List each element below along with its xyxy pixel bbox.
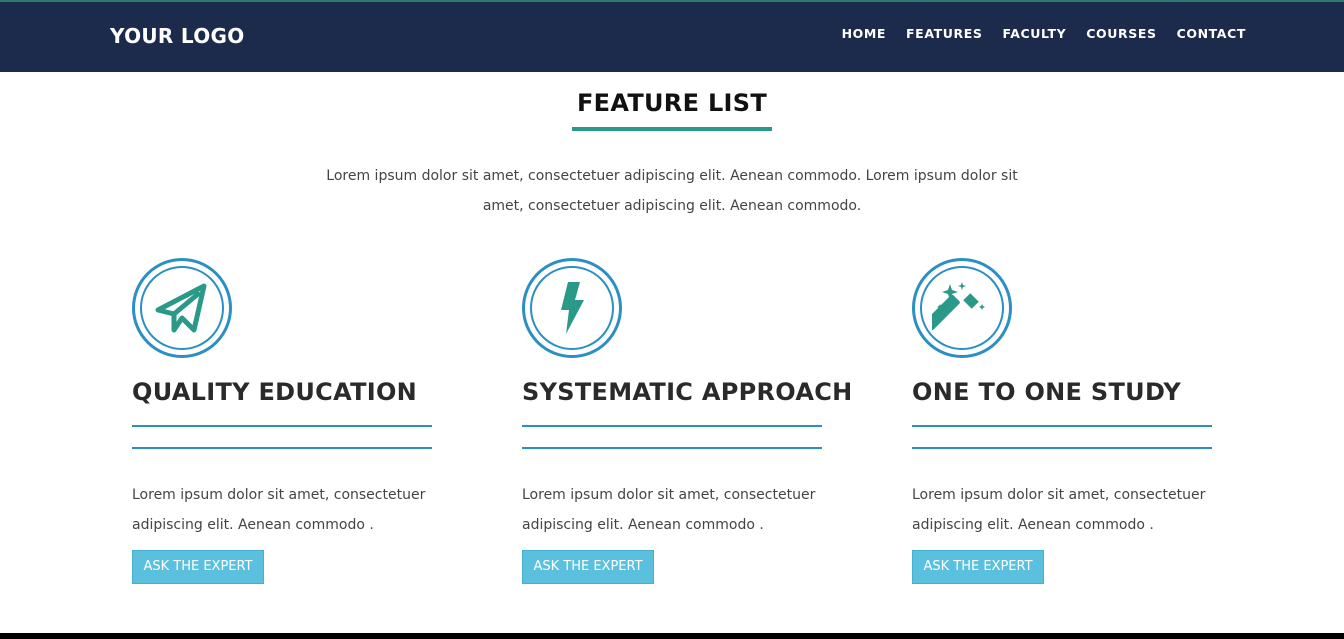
icon-ring	[522, 258, 622, 358]
feature-title: QUALITY EDUCATION	[132, 378, 418, 406]
feature-description: Lorem ipsum dolor sit amet, consectetuer…	[912, 487, 1206, 533]
magic-wand-icon	[932, 282, 985, 330]
section-intro-text: Lorem ipsum dolor sit amet, consectetuer…	[326, 168, 1018, 214]
site-logo[interactable]: YOUR LOGO	[110, 24, 245, 48]
divider-line	[132, 447, 432, 449]
feature-description: Lorem ipsum dolor sit amet, consectetuer…	[522, 487, 816, 533]
divider-line	[522, 425, 822, 427]
nav-contact-link[interactable]: CONTACT	[1177, 26, 1246, 41]
icon-ring	[912, 258, 1012, 358]
icon-ring	[132, 258, 232, 358]
icon-ring-inner	[920, 266, 1004, 350]
main-nav: HOME FEATURES FACULTY COURSES CONTACT	[822, 26, 1246, 41]
nav-faculty-link[interactable]: FACULTY	[1002, 26, 1066, 41]
nav-courses-link[interactable]: COURSES	[1086, 26, 1156, 41]
ask-the-expert-button[interactable]: ASK THE EXPERT	[912, 550, 1044, 584]
divider-line	[912, 447, 1212, 449]
feature-title: ONE TO ONE STUDY	[912, 378, 1182, 406]
icon-ring-inner	[530, 266, 614, 350]
icon-ring-inner	[140, 266, 224, 350]
divider-line	[912, 425, 1212, 427]
feature-title: SYSTEMATIC APPROACH	[522, 378, 853, 406]
ask-the-expert-button[interactable]: ASK THE EXPERT	[132, 550, 264, 584]
feature-list-title: FEATURE LIST	[576, 89, 768, 117]
paper-plane-icon	[155, 283, 207, 333]
footer-edge	[0, 633, 1344, 639]
title-underline	[572, 127, 772, 131]
top-navbar: YOUR LOGO HOME FEATURES FACULTY COURSES …	[0, 0, 1344, 72]
lightning-bolt-icon	[561, 282, 584, 334]
divider-line	[132, 425, 432, 427]
nav-features-link[interactable]: FEATURES	[906, 26, 982, 41]
feature-description: Lorem ipsum dolor sit amet, consectetuer…	[132, 487, 426, 533]
nav-home-link[interactable]: HOME	[842, 26, 886, 41]
divider-line	[522, 447, 822, 449]
ask-the-expert-button[interactable]: ASK THE EXPERT	[522, 550, 654, 584]
